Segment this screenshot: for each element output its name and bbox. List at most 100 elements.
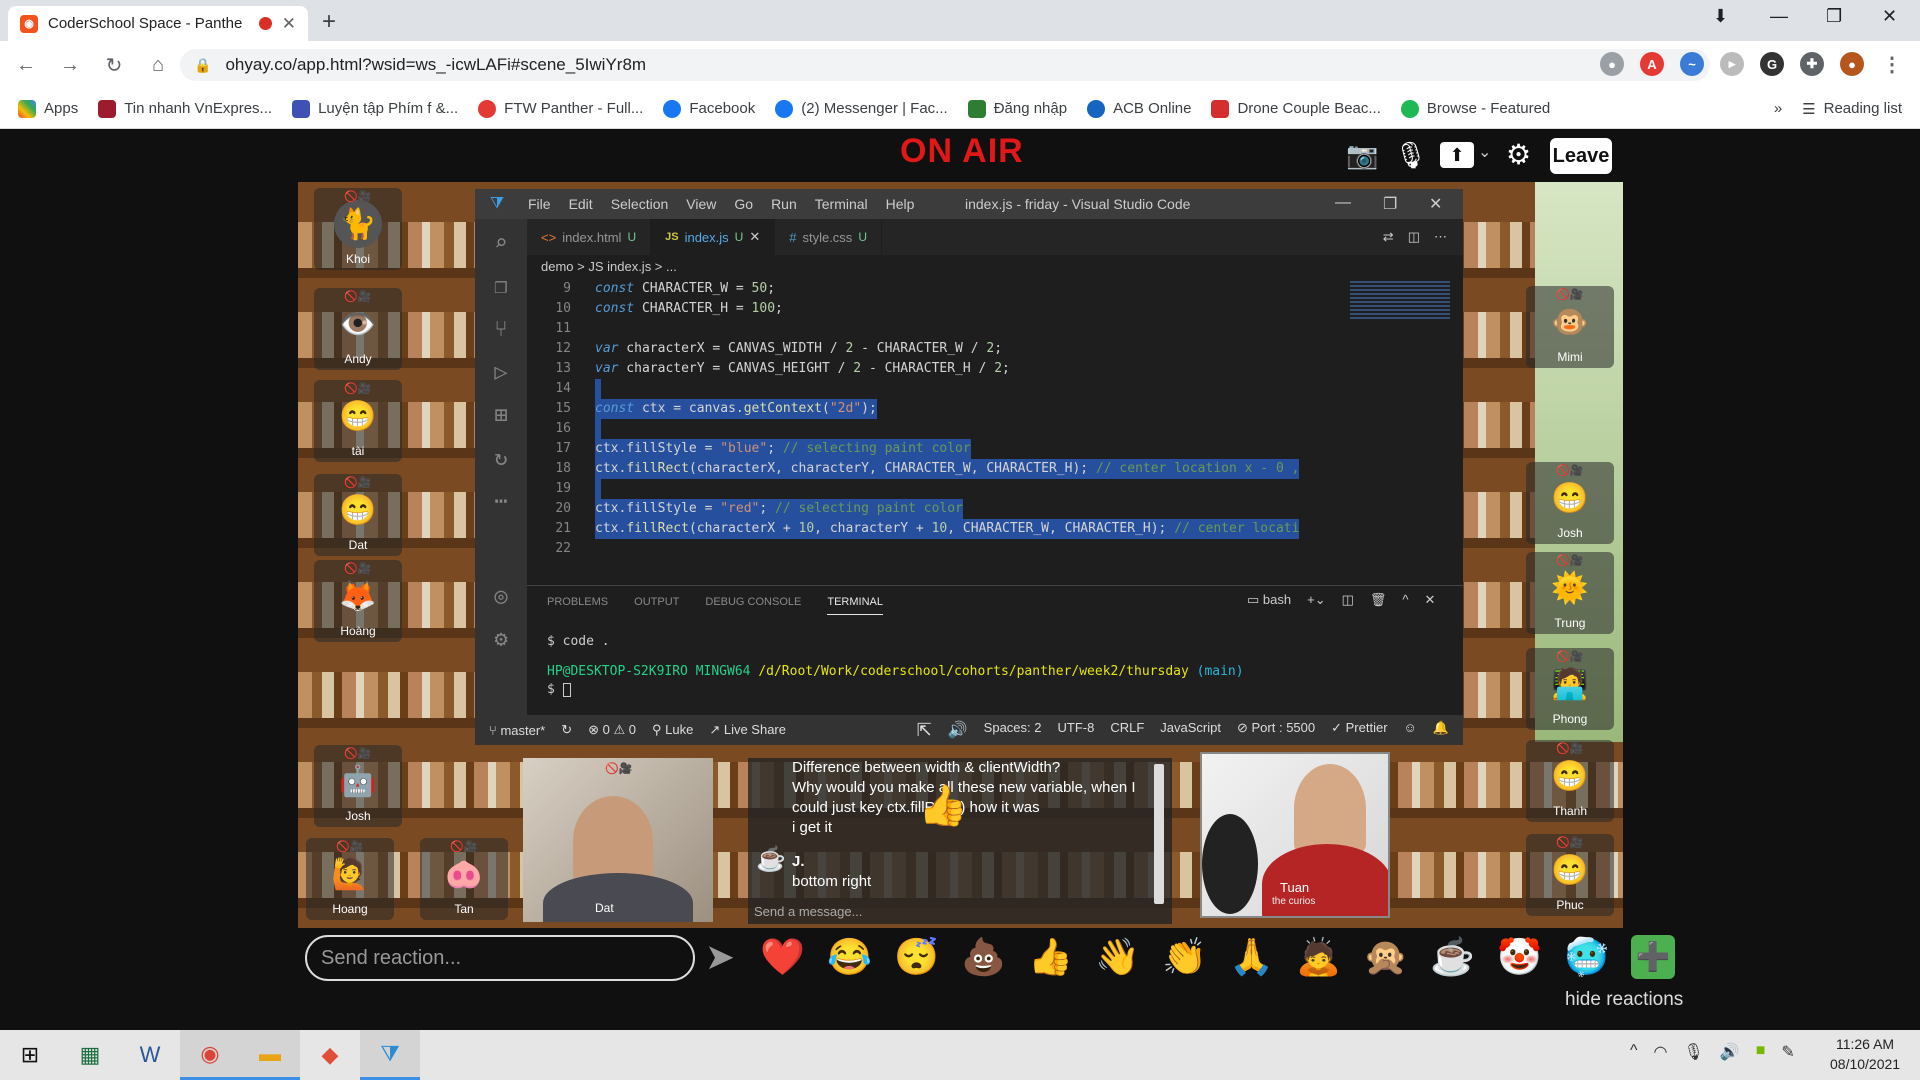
word-icon[interactable]: W <box>120 1030 180 1080</box>
video-tile[interactable]: Tuan the curios <box>1200 752 1390 918</box>
vscode-taskbar-icon[interactable]: ⧩ <box>360 1030 420 1080</box>
bookmark-item[interactable]: Drone Couple Beac... <box>1211 99 1381 118</box>
menu-edit[interactable]: Edit <box>560 196 602 212</box>
camera-off-icon[interactable]: 📷 <box>1346 140 1378 171</box>
reaction-poop-icon[interactable]: 💩 <box>961 935 1006 979</box>
menu-go[interactable]: Go <box>725 196 762 212</box>
split-terminal-icon[interactable]: ◫ <box>1342 592 1354 608</box>
app-icon[interactable]: ◆ <box>300 1030 360 1080</box>
send-icon[interactable]: ➤ <box>698 935 742 979</box>
reaction-heart-icon[interactable]: ❤️ <box>760 935 805 979</box>
code-editor[interactable]: 9 10 11 12 13 14 15 16 17 18 19 20 21 22… <box>527 279 1407 556</box>
new-tab-button[interactable]: + <box>322 8 336 36</box>
bookmark-item[interactable]: Facebook <box>663 99 755 118</box>
more-icon[interactable]: ⋯ <box>494 489 507 514</box>
sync-icon[interactable]: ↻ <box>561 722 572 738</box>
feedback-icon[interactable]: ☺ <box>1404 720 1417 741</box>
tab-output[interactable]: OUTPUT <box>634 596 679 615</box>
port-status[interactable]: ⊘ Port : 5500 <box>1237 720 1315 741</box>
source-control-icon[interactable]: ⑂ <box>494 317 507 342</box>
participant-tile[interactable]: 🚫🎥 😁 tài <box>314 380 402 462</box>
vscode-minimize-icon[interactable]: — <box>1335 194 1351 212</box>
reaction-cold-icon[interactable]: 🥶 <box>1564 935 1609 979</box>
bookmark-item[interactable]: (2) Messenger | Fac... <box>775 99 948 118</box>
address-bar[interactable]: 🔒 ohyay.co/app.html?wsid=ws_-icwLAFi#sce… <box>180 49 1710 81</box>
tab-terminal[interactable]: TERMINAL <box>827 596 883 615</box>
reaction-coffee-icon[interactable]: ☕ <box>1430 935 1475 979</box>
leave-button[interactable]: Leave <box>1550 138 1612 174</box>
close-icon[interactable]: ✕ <box>749 229 760 245</box>
chat-input[interactable]: Send a message... <box>754 902 1154 922</box>
vscode-restore-icon[interactable]: ❐ <box>1383 194 1397 214</box>
menu-run[interactable]: Run <box>762 196 806 212</box>
adblock-icon[interactable]: A <box>1640 52 1664 76</box>
run-debug-icon[interactable]: ▷ <box>494 360 507 385</box>
pen-icon[interactable]: ✎ <box>1781 1042 1794 1062</box>
participant-tile[interactable]: 🚫🎥 🙋 Hoang <box>306 838 394 920</box>
minimize-button[interactable]: — <box>1770 6 1788 27</box>
tab-debug-console[interactable]: DEBUG CONSOLE <box>705 596 801 615</box>
terminal-shell-selector[interactable]: ▭ bash <box>1247 592 1291 608</box>
windows-start-icon[interactable]: ⊞ <box>0 1030 60 1080</box>
tab-index-html[interactable]: <> index.html U <box>527 219 652 255</box>
settings-gear-icon[interactable]: ⚙ <box>1506 138 1531 171</box>
problems-status[interactable]: ⊗ 0 ⚠ 0 <box>588 722 636 738</box>
excel-icon[interactable]: ▦ <box>60 1030 120 1080</box>
reaction-thumbsup-icon[interactable]: 👍 <box>1028 935 1073 979</box>
profile-avatar[interactable]: ● <box>1840 52 1864 76</box>
participant-tile[interactable]: 🚫🎥 😁 Josh <box>1526 462 1614 544</box>
live-share-icon[interactable]: ↻ <box>494 446 507 471</box>
extensions-icon[interactable]: ⊞ <box>494 403 507 428</box>
bookmark-item[interactable]: ACB Online <box>1087 99 1191 118</box>
chevron-up-icon[interactable]: ^ <box>1630 1042 1638 1062</box>
tab-index-js[interactable]: JS index.js U ✕ <box>651 219 776 255</box>
reaction-clown-icon[interactable]: 🤡 <box>1497 935 1542 979</box>
extension-icon[interactable]: ▸ <box>1720 52 1744 76</box>
chrome-icon[interactable]: ◉ <box>180 1030 240 1080</box>
nvidia-icon[interactable]: ■ <box>1756 1042 1766 1062</box>
chat-scrollbar[interactable] <box>1154 764 1164 904</box>
new-terminal-icon[interactable]: +⌄ <box>1307 592 1325 608</box>
indentation-status[interactable]: Spaces: 2 <box>984 720 1042 741</box>
close-tab-icon[interactable]: ✕ <box>282 14 296 34</box>
notifications-icon[interactable]: 🔔 <box>1433 720 1449 741</box>
bookmark-item[interactable]: Luyện tập Phím f &... <box>292 99 458 118</box>
vscode-close-icon[interactable]: ✕ <box>1429 194 1442 214</box>
close-window-button[interactable]: ✕ <box>1882 6 1897 27</box>
hide-reactions-link[interactable]: hide reactions <box>1565 989 1683 1011</box>
participant-tile[interactable]: 🚫🎥 🐈 Khoi <box>314 188 402 270</box>
reload-icon[interactable]: ↻ <box>96 53 132 78</box>
participant-tile[interactable]: 🚫🎥 🐵 Mimi <box>1526 286 1614 368</box>
compare-icon[interactable]: ⇄ <box>1383 229 1394 245</box>
tab-problems[interactable]: PROBLEMS <box>547 596 608 615</box>
add-reaction-icon[interactable]: ➕ <box>1631 935 1675 979</box>
file-explorer-icon[interactable]: ▬ <box>240 1030 300 1080</box>
participant-tile[interactable]: 🚫🎥 🤖 Josh <box>314 745 402 827</box>
user-status[interactable]: ⚲ Luke <box>652 722 693 738</box>
bookmark-apps[interactable]: Apps <box>18 99 78 118</box>
participant-tile[interactable]: 🚫🎥 😁 Phuc <box>1526 834 1614 916</box>
menu-view[interactable]: View <box>677 196 725 212</box>
browser-tab[interactable]: ◉ CoderSchool Space - Panthe ✕ <box>8 6 308 41</box>
breadcrumb[interactable]: demo > JS index.js > ... <box>541 259 677 274</box>
video-tile[interactable]: Dat 🚫🎥 <box>523 758 713 922</box>
popout-icon[interactable]: ⇱ <box>917 720 932 741</box>
chevron-down-icon[interactable]: ⌄ <box>1478 142 1491 162</box>
manage-gear-icon[interactable]: ⚙ <box>494 627 507 652</box>
reaction-sleep-icon[interactable]: 😴 <box>894 935 939 979</box>
home-icon[interactable]: ⌂ <box>140 54 176 77</box>
reaction-wave-icon[interactable]: 👋 <box>1095 935 1140 979</box>
menu-help[interactable]: Help <box>877 196 924 212</box>
reaction-laugh-icon[interactable]: 😂 <box>827 935 872 979</box>
forward-icon[interactable]: → <box>52 54 88 77</box>
menu-terminal[interactable]: Terminal <box>806 196 877 212</box>
reaction-monkey-icon[interactable]: 🙊 <box>1363 935 1408 979</box>
explorer-icon[interactable]: ❐ <box>494 274 507 299</box>
trash-icon[interactable]: 🗑 <box>1370 592 1387 608</box>
extension-icon[interactable]: ● <box>1600 52 1624 76</box>
menu-file[interactable]: File <box>519 196 560 212</box>
wifi-icon[interactable]: ◠ <box>1654 1042 1668 1062</box>
more-actions-icon[interactable]: ⋯ <box>1434 229 1447 245</box>
mic-icon[interactable]: 🎙 <box>1683 1042 1703 1062</box>
mic-off-icon[interactable]: 🎙 <box>1394 140 1427 171</box>
